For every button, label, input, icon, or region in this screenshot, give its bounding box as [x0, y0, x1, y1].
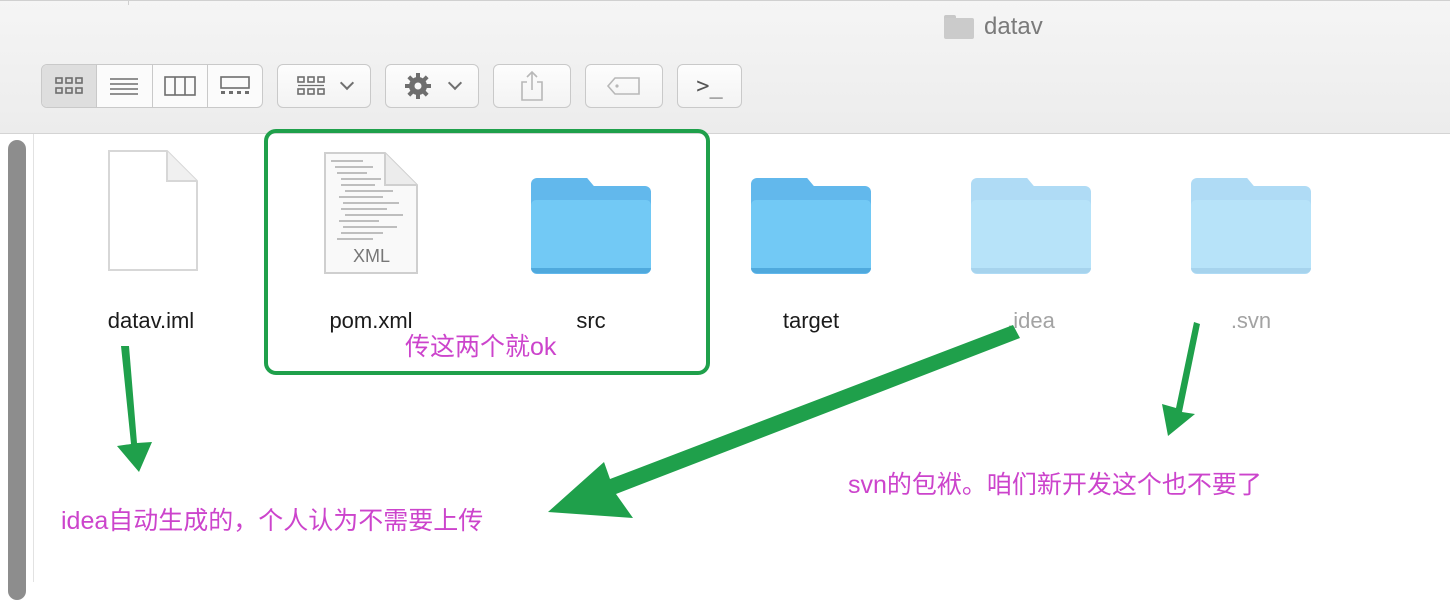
- annotation-arrows: [117, 322, 1200, 518]
- arrow-down-left: [117, 346, 152, 472]
- arrow-to-svn-note: [1162, 322, 1200, 436]
- arrow-to-idea-note: [548, 325, 1020, 518]
